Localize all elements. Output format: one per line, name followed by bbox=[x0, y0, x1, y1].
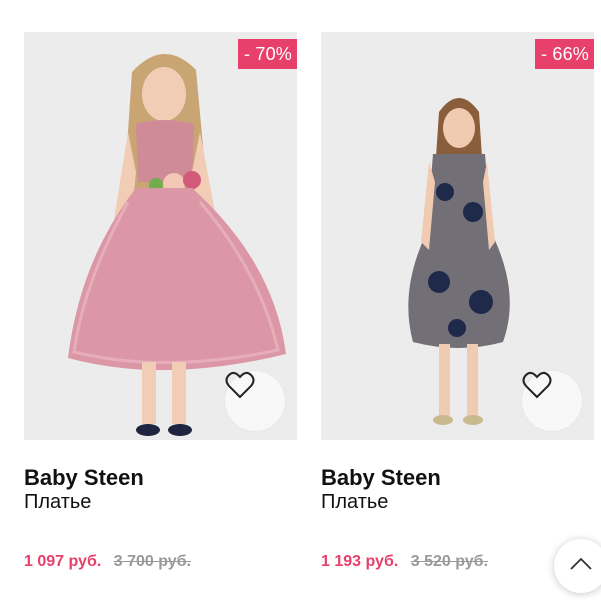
product-brand[interactable]: Baby Steen bbox=[24, 465, 297, 491]
discount-badge: - 66% bbox=[534, 39, 594, 69]
product-type[interactable]: Платье bbox=[24, 491, 297, 513]
product-image[interactable]: - 66% bbox=[321, 32, 594, 440]
old-price: 3 520 руб. bbox=[410, 553, 489, 570]
product-price: 1 193 руб. 3 520 руб. bbox=[321, 552, 488, 572]
favorite-button[interactable] bbox=[522, 371, 582, 431]
scroll-to-top-button[interactable] bbox=[554, 539, 601, 593]
product-card[interactable]: - 70% Baby Steen Платье bbox=[24, 32, 297, 513]
current-price: 1 193 руб. bbox=[321, 553, 399, 570]
old-price: 3 700 руб. bbox=[113, 553, 192, 570]
product-brand[interactable]: Baby Steen bbox=[321, 465, 594, 491]
product-type[interactable]: Платье bbox=[321, 491, 594, 513]
favorite-button[interactable] bbox=[225, 371, 285, 431]
product-image[interactable]: - 70% bbox=[24, 32, 297, 440]
discount-badge: - 70% bbox=[237, 39, 297, 69]
product-price: 1 097 руб. 3 700 руб. bbox=[24, 552, 191, 572]
current-price: 1 097 руб. bbox=[24, 553, 102, 570]
chevron-up-icon bbox=[569, 557, 593, 576]
product-card[interactable]: - 66% Baby Steen Платье bbox=[321, 32, 594, 513]
